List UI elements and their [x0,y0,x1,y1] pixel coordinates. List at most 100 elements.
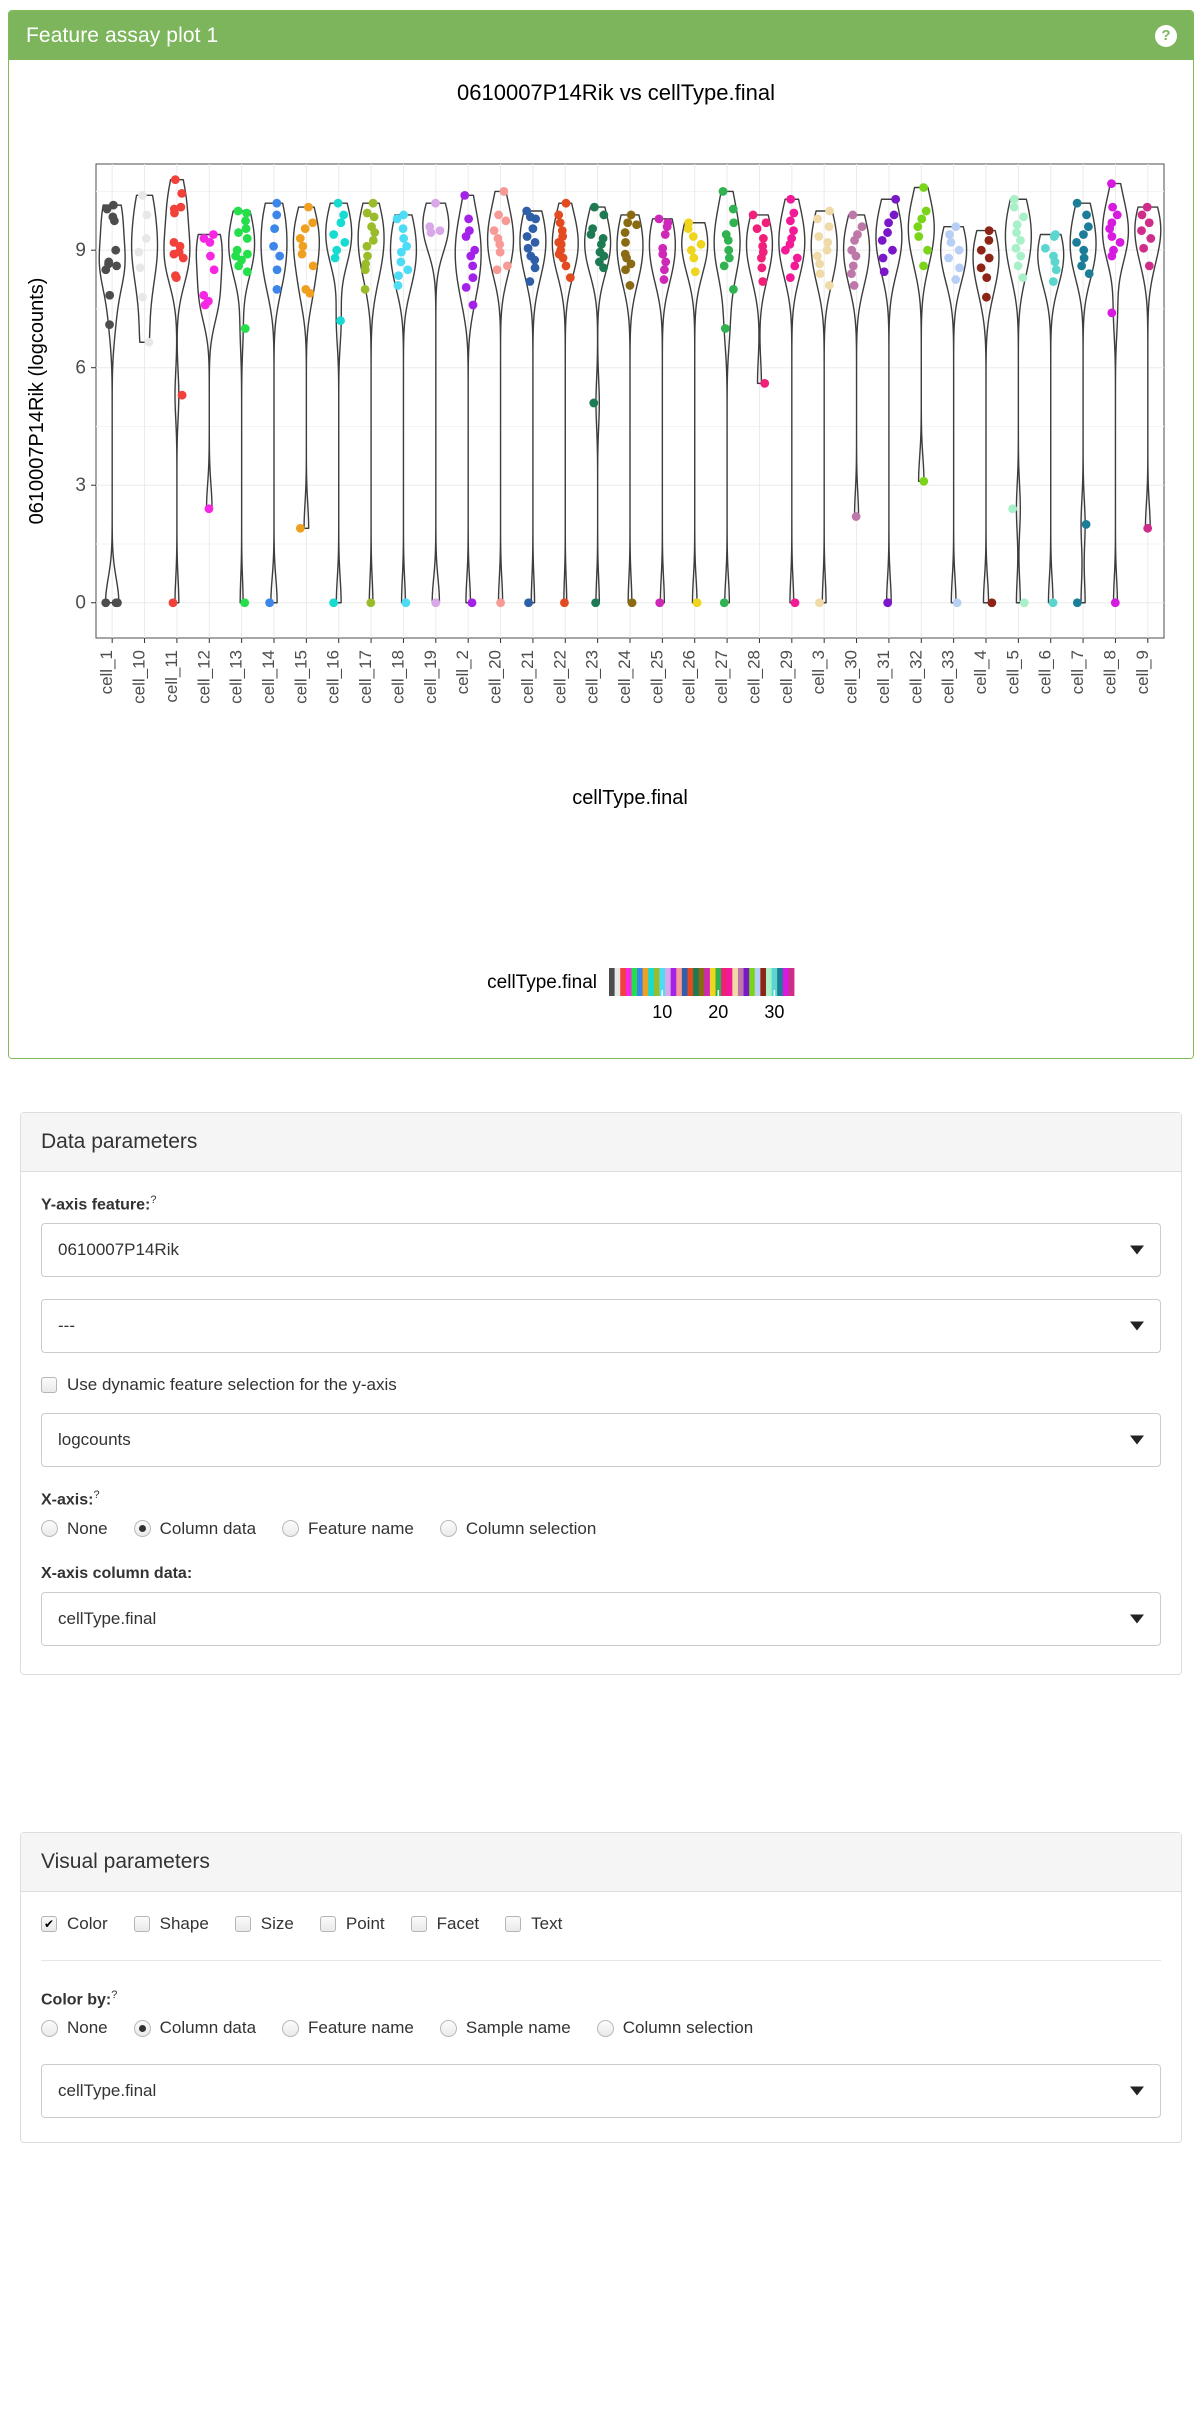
checkbox-icon[interactable] [319,1916,336,1932]
xaxis-option-none[interactable]: None [41,1519,108,1539]
svg-text:cell_3: cell_3 [809,650,828,694]
color-by-help-icon[interactable]: ? [111,1989,117,2001]
visual-parameters-body: ✔ Color Shape Size Point Facet Text Color by:?… [21,1892,1181,2142]
radio-dot-icon[interactable] [133,1520,151,1538]
visual-toggle-group[interactable]: ✔ Color Shape Size Point Facet Text [41,1914,1161,1934]
yaxis-feature-select[interactable]: 0610007P14Rik [41,1223,1161,1278]
visual-toggle-shape[interactable]: Shape [133,1914,209,1934]
svg-text:cellType.final: cellType.final [487,972,597,993]
data-parameters-heading: Data parameters [21,1113,1181,1172]
svg-text:cell_1: cell_1 [97,650,116,694]
visual-toggle-label: Color [67,1914,108,1933]
checkbox-icon[interactable] [505,1916,522,1932]
chevron-down-icon [1130,1245,1144,1255]
yaxis-feature-help-icon[interactable]: ? [150,1194,156,1206]
svg-text:cell_16: cell_16 [324,650,343,704]
radio-label: Column data [159,2018,257,2038]
violin-chart-svg[interactable]: 0369cell_1 cell_10 cell_11 cell_12 cell_13 ce… [9,60,1193,1059]
svg-text:cell_23: cell_23 [583,650,602,704]
color-by-option-sample-name[interactable]: Sample name [439,2018,571,2038]
visual-toggle-facet[interactable]: Facet [410,1914,479,1934]
yaxis-secondary-select[interactable]: --- [41,1299,1161,1354]
svg-text:cell_22: cell_22 [550,650,569,704]
svg-text:6: 6 [75,358,86,379]
svg-text:cell_15: cell_15 [291,650,310,704]
xaxis-option-feature-name[interactable]: Feature name [282,1519,414,1539]
xaxis-column-value: cellType.final [58,1608,157,1628]
checkbox-icon[interactable] [133,1916,150,1932]
question-mark-icon[interactable]: ? [1155,24,1177,47]
svg-text:cellType.final: cellType.final [572,787,688,809]
radio-dot-icon[interactable] [596,2019,614,2037]
color-by-label-text: Color by: [41,1991,112,2009]
radio-dot-icon[interactable] [133,2019,151,2037]
visual-toggle-label: Point [345,1914,385,1933]
visual-toggle-size[interactable]: Size [234,1914,294,1934]
svg-text:cell_10: cell_10 [130,650,149,704]
dynamic-feature-selection-checkbox[interactable] [41,1377,57,1394]
checkbox-icon[interactable] [410,1916,427,1932]
svg-text:cell_28: cell_28 [744,650,763,704]
visual-toggle-label: Text [531,1914,563,1933]
xaxis-label: X-axis:? [41,1489,1161,1509]
color-by-radio-group[interactable]: None Column data Feature name Sample name Co… [41,2018,1161,2038]
radio-label: Column selection [465,1518,597,1538]
radio-label: Feature name [308,1518,414,1538]
radio-label: Feature name [308,2018,414,2038]
dynamic-feature-selection-row[interactable]: Use dynamic feature selection for the y-… [41,1375,1161,1395]
svg-text:0: 0 [75,593,86,614]
visual-toggle-text[interactable]: Text [505,1914,562,1934]
checkbox-icon[interactable]: ✔ [41,1916,57,1932]
svg-text:cell_18: cell_18 [388,650,407,704]
dynamic-feature-selection-label: Use dynamic feature selection for the y-… [67,1375,397,1395]
svg-text:cell_31: cell_31 [874,650,893,704]
radio-dot-icon[interactable] [41,1520,58,1538]
svg-text:30: 30 [764,1002,784,1022]
assay-select[interactable]: logcounts [41,1413,1161,1468]
xaxis-help-icon[interactable]: ? [93,1489,99,1501]
svg-text:cell_26: cell_26 [680,650,699,704]
svg-text:cell_11: cell_11 [162,650,181,703]
svg-text:cell_17: cell_17 [356,650,375,704]
xaxis-radio-group[interactable]: None Column data Feature name Column select… [41,1519,1161,1539]
color-by-label: Color by:? [41,1989,1161,2009]
svg-text:cell_6: cell_6 [1036,650,1055,694]
checkbox-icon[interactable] [234,1916,251,1932]
svg-text:cell_4: cell_4 [971,650,990,694]
svg-text:cell_5: cell_5 [1003,650,1022,694]
visual-parameters-card: Visual parameters ✔ Color Shape Size Point Fa… [20,1832,1182,2144]
color-by-option-column-selection[interactable]: Column selection [596,2018,753,2038]
svg-text:cell_8: cell_8 [1100,650,1119,694]
radio-dot-icon[interactable] [41,2019,58,2037]
visual-toggle-label: Size [260,1914,294,1933]
radio-dot-icon[interactable] [439,1520,457,1538]
radio-dot-icon[interactable] [282,2019,300,2037]
visual-toggle-label: Shape [159,1914,209,1933]
feature-assay-plot-panel: Feature assay plot 1 ? 0610007P14Rik vs … [8,10,1194,1059]
radio-label: None [67,2018,108,2038]
svg-text:cell_13: cell_13 [227,650,246,704]
visual-toggle-color[interactable]: ✔ Color [41,1914,108,1934]
color-by-select[interactable]: cellType.final [41,2064,1161,2119]
radio-dot-icon[interactable] [439,2019,457,2037]
color-by-option-feature-name[interactable]: Feature name [282,2018,414,2038]
svg-text:cell_33: cell_33 [939,650,958,704]
yaxis-secondary-value: --- [58,1316,75,1336]
svg-text:cell_12: cell_12 [194,650,213,704]
svg-text:cell_7: cell_7 [1068,650,1087,694]
xaxis-option-column-data[interactable]: Column data [133,1519,256,1539]
svg-text:cell_29: cell_29 [777,650,796,704]
radio-dot-icon[interactable] [282,1520,300,1538]
chevron-down-icon [1130,2086,1144,2096]
svg-text:cell_2: cell_2 [453,650,472,694]
visual-toggle-point[interactable]: Point [319,1914,385,1934]
xaxis-option-column-selection[interactable]: Column selection [439,1518,597,1539]
svg-text:cell_27: cell_27 [712,650,731,704]
svg-text:cell_25: cell_25 [647,650,666,704]
panel-body: 0610007P14Rik vs cellType.final 0 3 6 9 cell… [9,60,1193,1059]
svg-text:cell_19: cell_19 [421,650,440,704]
color-by-option-column-data[interactable]: Column data [133,2018,257,2038]
svg-text:cell_9: cell_9 [1133,650,1152,694]
xaxis-column-select[interactable]: cellType.final [41,1591,1161,1646]
color-by-option-none[interactable]: None [41,2018,108,2038]
